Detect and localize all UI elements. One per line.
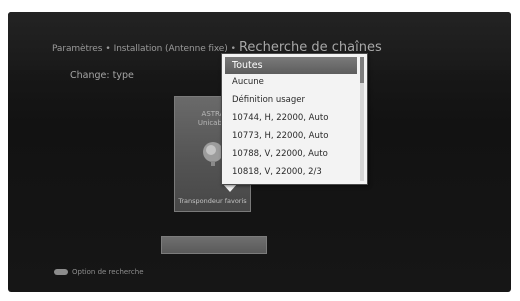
breadcrumb-parametres[interactable]: Paramètres (52, 44, 102, 54)
tile-caption: Transpondeur favoris (178, 197, 247, 205)
footer-hint: Option de recherche (54, 268, 144, 276)
dropdown-item-transponder[interactable]: 10788, V, 22000, Auto (225, 146, 357, 163)
dropdown-item-transponder[interactable]: 10773, H, 22000, Auto (225, 128, 357, 145)
breadcrumb-separator: • (105, 44, 111, 54)
search-option-label: Option de recherche (72, 268, 144, 276)
dropdown-item-aucune[interactable]: Aucune (225, 74, 357, 91)
transponder-dropdown[interactable]: Toutes Aucune Définition usager 10744, H… (221, 53, 368, 185)
dropdown-item-definition-usager[interactable]: Définition usager (225, 92, 357, 109)
color-key-icon (54, 269, 68, 275)
dropdown-item-transponder[interactable]: 10744, H, 22000, Auto (225, 110, 357, 127)
breadcrumb-installation[interactable]: Installation (Antenne fixe) (114, 44, 228, 54)
dropdown-scrollbar[interactable] (360, 57, 364, 181)
start-search-button[interactable] (161, 236, 267, 254)
scrollbar-thumb[interactable] (360, 57, 364, 83)
dropdown-item-toutes[interactable]: Toutes (225, 57, 357, 74)
dropdown-item-transponder[interactable]: 10818, V, 22000, 2/3 (225, 164, 357, 181)
change-type-label: Change: type (70, 70, 134, 81)
